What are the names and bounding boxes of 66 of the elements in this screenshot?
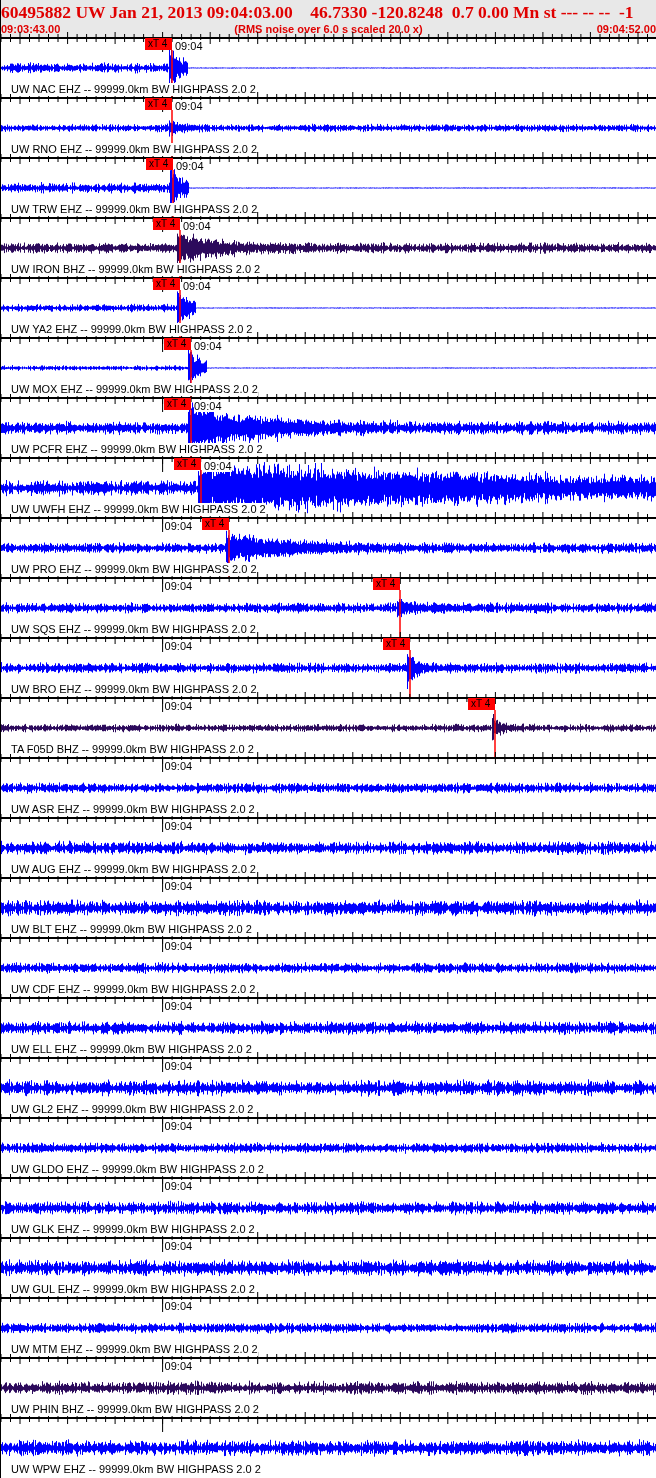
station-label: UW GL2 EHZ -- 99999.0km BW HIGHPASS 2.0 2 bbox=[11, 1103, 254, 1116]
station-label: UW NAC EHZ -- 99999.0km BW HIGHPASS 2.0 2 bbox=[11, 83, 256, 96]
start-time: 09:03:43.00 bbox=[1, 22, 61, 36]
station-label: UW WPW EHZ -- 99999.0km BW HIGHPASS 2.0 2 bbox=[11, 1463, 261, 1476]
time-label: 09:04 bbox=[194, 400, 222, 412]
station-label: UW RNO EHZ -- 99999.0km BW HIGHPASS 2.0 2 bbox=[11, 143, 258, 156]
station-label: UW UWFH EHZ -- 99999.0km BW HIGHPASS 2.0 2 bbox=[11, 503, 266, 516]
time-label: 09:04 bbox=[183, 280, 211, 292]
noise-note: (RMS noise over 6.0 s scaled 20.0 x) bbox=[234, 22, 423, 36]
time-label: 09:04 bbox=[164, 580, 193, 592]
station-label: UW ASR EHZ -- 99999.0km BW HIGHPASS 2.0 2 bbox=[11, 803, 255, 816]
station-label: UW GUL EHZ -- 99999.0km BW HIGHPASS 2.0 2 bbox=[11, 1283, 255, 1296]
pick-marker[interactable]: xT 4 bbox=[383, 638, 410, 650]
time-label: 09:04 bbox=[164, 640, 193, 652]
pick-marker[interactable]: xT 4 bbox=[153, 278, 180, 290]
time-label: 09:04 bbox=[164, 1240, 193, 1252]
pick-marker[interactable]: xT 4 bbox=[153, 218, 180, 230]
pick-marker[interactable]: xT 4 bbox=[145, 38, 172, 50]
station-label: UW PRO EHZ -- 99999.0km BW HIGHPASS 2.0 2 bbox=[11, 563, 257, 576]
time-label: 09:04 bbox=[183, 220, 211, 232]
station-label: UW AUG EHZ -- 99999.0km BW HIGHPASS 2.0 2 bbox=[11, 863, 256, 876]
time-label: 09:04 bbox=[164, 1000, 193, 1012]
time-label: 09:04 bbox=[164, 940, 193, 952]
end-time: 09:04:52.00 bbox=[596, 22, 656, 36]
station-label: UW TRW EHZ -- 99999.0km BW HIGHPASS 2.0 2 bbox=[11, 203, 258, 216]
pick-marker[interactable]: xT 4 bbox=[174, 458, 201, 470]
time-label: 09:04 bbox=[164, 700, 193, 712]
time-label: 09:04 bbox=[164, 1060, 193, 1072]
pick-line bbox=[409, 649, 411, 699]
station-label: UW CDF EHZ -- 99999.0km BW HIGHPASS 2.0 2 bbox=[11, 983, 256, 996]
station-label: UW GLK EHZ -- 99999.0km BW HIGHPASS 2.0 2 bbox=[11, 1223, 255, 1236]
event-title: 60495882 UW Jan 21, 2013 09:04:03.00 46.7330 -120.8248 0.7 0.00 Mn st --- -- -- -1 bbox=[1, 2, 635, 22]
station-label: UW BRO EHZ -- 99999.0km BW HIGHPASS 2.0 2 bbox=[11, 683, 257, 696]
time-label: 09:04 bbox=[164, 820, 193, 832]
station-label: UW IRON BHZ -- 99999.0km BW HIGHPASS 2.0 2 bbox=[11, 263, 261, 276]
station-label: UW MOX EHZ -- 99999.0km BW HIGHPASS 2.0 2 bbox=[11, 383, 258, 396]
time-label: 09:04 bbox=[175, 40, 203, 52]
time-label: 09:04 bbox=[164, 1180, 193, 1192]
time-label: 09:04 bbox=[164, 1360, 193, 1372]
time-label: 09:04 bbox=[164, 760, 193, 772]
station-label: UW GLDO EHZ -- 99999.0km BW HIGHPASS 2.0 2 bbox=[11, 1163, 264, 1176]
pick-marker[interactable]: xT 4 bbox=[468, 698, 495, 710]
pick-marker[interactable]: xT 4 bbox=[146, 158, 173, 170]
time-label: 09:04 bbox=[204, 460, 232, 472]
pick-marker[interactable]: xT 4 bbox=[145, 98, 172, 110]
station-label: UW YA2 EHZ -- 99999.0km BW HIGHPASS 2.0 2 bbox=[11, 323, 253, 336]
time-label: 09:04 bbox=[175, 100, 203, 112]
station-label: TA F05D BHZ -- 99999.0km BW HIGHPASS 2.0 2 bbox=[11, 743, 254, 756]
station-label: UW SQS EHZ -- 99999.0km BW HIGHPASS 2.0 2 bbox=[11, 623, 256, 636]
station-label: UW MTM EHZ -- 99999.0km BW HIGHPASS 2.0 2 bbox=[11, 1343, 258, 1356]
station-label: UW PCFR EHZ -- 99999.0km BW HIGHPASS 2.0 2 bbox=[11, 443, 263, 456]
time-label: 09:04 bbox=[194, 340, 222, 352]
time-label: 09:04 bbox=[164, 1300, 193, 1312]
pick-line bbox=[494, 709, 496, 759]
pick-marker[interactable]: xT 4 bbox=[202, 518, 229, 530]
station-label: UW PHIN BHZ -- 99999.0km BW HIGHPASS 2.0 2 bbox=[11, 1403, 259, 1416]
time-label: 09:04 bbox=[176, 160, 204, 172]
time-label: 09:04 bbox=[164, 1120, 193, 1132]
time-label: 09:04 bbox=[164, 880, 193, 892]
pick-marker[interactable]: xT 4 bbox=[373, 578, 400, 590]
station-label: UW BLT EHZ -- 99999.0km BW HIGHPASS 2.0 2 bbox=[11, 923, 252, 936]
pick-marker[interactable]: xT 4 bbox=[164, 398, 191, 410]
pick-line bbox=[399, 589, 401, 639]
pick-marker[interactable]: xT 4 bbox=[164, 338, 191, 350]
station-label: UW ELL EHZ -- 99999.0km BW HIGHPASS 2.0 2 bbox=[11, 1043, 252, 1056]
time-label: 09:04 bbox=[164, 520, 193, 532]
